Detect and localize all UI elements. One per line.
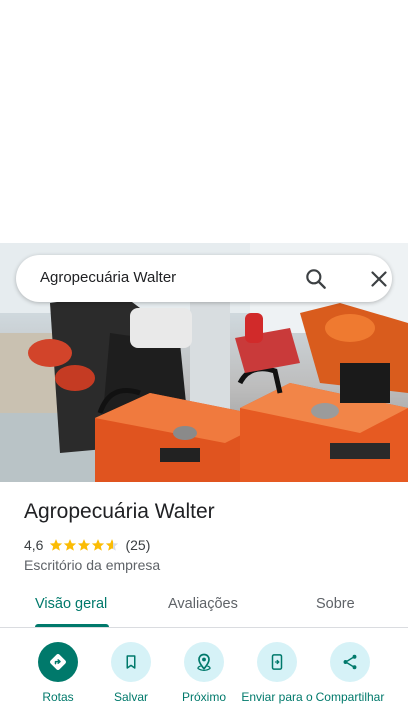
nearby-button[interactable]: Próximo bbox=[167, 642, 241, 704]
save-label: Salvar bbox=[113, 690, 148, 704]
nearby-label: Próximo bbox=[181, 690, 226, 704]
search-bar[interactable]: Agropecuária Walter bbox=[16, 255, 392, 302]
share-label: Compartilhar bbox=[315, 690, 385, 704]
close-icon[interactable] bbox=[366, 266, 392, 292]
star-icon bbox=[78, 539, 91, 551]
search-icon[interactable] bbox=[303, 266, 329, 292]
star-half-icon bbox=[106, 539, 119, 551]
place-category: Escritório da empresa bbox=[24, 557, 161, 573]
place-name: Agropecuária Walter bbox=[24, 500, 215, 523]
save-button[interactable]: Salvar bbox=[94, 642, 168, 704]
star-icon bbox=[50, 539, 63, 551]
rating-row[interactable]: 4,6 (25) bbox=[24, 536, 150, 554]
star-icon bbox=[92, 539, 105, 551]
tab-overview[interactable]: Visão geral bbox=[35, 596, 107, 612]
rating-stars bbox=[49, 538, 119, 552]
send-to-phone-icon[interactable] bbox=[257, 642, 297, 682]
rating-value: 4,6 bbox=[24, 537, 44, 553]
directions-button[interactable]: Rotas bbox=[21, 642, 95, 704]
search-query[interactable]: Agropecuária Walter bbox=[40, 269, 176, 286]
review-count: (25) bbox=[125, 537, 151, 553]
share-button[interactable]: Compartilhar bbox=[313, 642, 387, 704]
tab-about[interactable]: Sobre bbox=[316, 596, 355, 612]
star-icon bbox=[64, 539, 77, 551]
share-icon[interactable] bbox=[330, 642, 370, 682]
tab-bar: Visão geral Avaliações Sobre bbox=[0, 586, 408, 628]
tab-reviews[interactable]: Avaliações bbox=[168, 596, 238, 612]
bookmark-icon[interactable] bbox=[111, 642, 151, 682]
place-screen: Agropecuária Walter Agropecuária Walter … bbox=[0, 0, 408, 726]
nearby-icon[interactable] bbox=[184, 642, 224, 682]
directions-label: Rotas bbox=[42, 690, 74, 704]
send-to-phone-label: Enviar para o bbox=[241, 690, 313, 704]
send-to-phone-button[interactable]: Enviar para o bbox=[240, 642, 314, 704]
directions-icon[interactable] bbox=[38, 642, 78, 682]
tab-indicator bbox=[35, 624, 109, 627]
